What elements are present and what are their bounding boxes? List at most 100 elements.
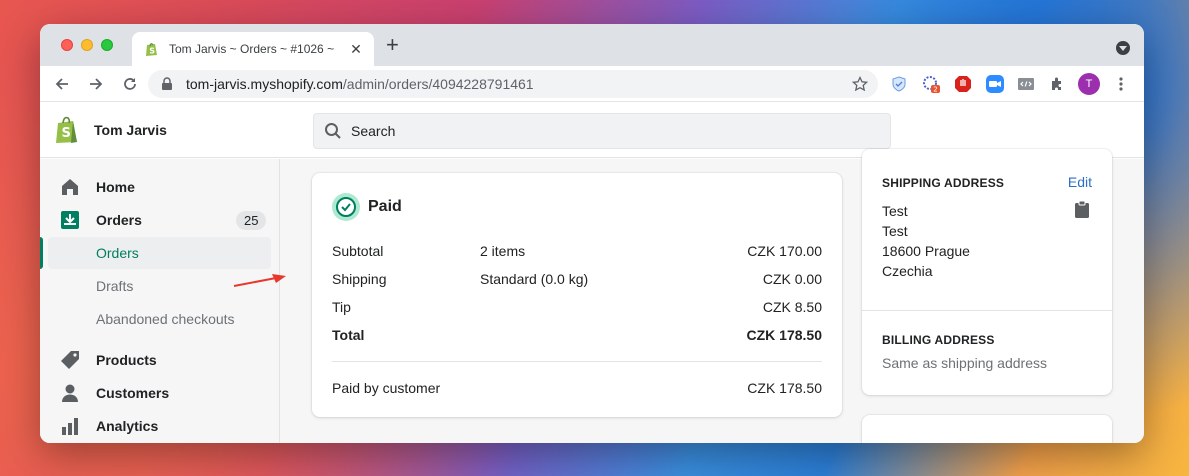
shipping-address-line: 18600 Prague — [882, 243, 970, 259]
tab-strip: S Tom Jarvis ~ Orders ~ #1026 ~ ✕ + — [40, 24, 1144, 66]
browser-menu-icon[interactable] — [1112, 75, 1130, 93]
summary-label: Total — [332, 327, 365, 343]
sidebar-item-label: Home — [96, 179, 135, 195]
url-text: tom-jarvis.myshopify.com/admin/orders/40… — [186, 76, 852, 92]
payment-summary-card: Paid Subtotal 2 items CZK 170.00 Shippin… — [312, 173, 842, 417]
address-bar[interactable]: tom-jarvis.myshopify.com/admin/orders/40… — [148, 70, 878, 98]
summary-amount: CZK 178.50 — [746, 327, 822, 343]
orders-icon — [61, 211, 79, 229]
bookmark-star-icon[interactable] — [852, 76, 868, 92]
edit-shipping-address-link[interactable]: Edit — [1068, 174, 1092, 190]
stop-hand-extension-icon[interactable] — [954, 75, 972, 93]
summary-label: Tip — [332, 299, 351, 315]
new-tab-button[interactable]: + — [386, 34, 399, 56]
shopify-favicon-icon: S — [146, 43, 157, 56]
sidebar-item-customers[interactable]: Customers — [40, 377, 280, 409]
sidebar-item-label: Products — [96, 352, 157, 368]
summary-label: Shipping — [332, 271, 387, 287]
arrow-right-icon — [90, 77, 103, 90]
browser-toolbar: tom-jarvis.myshopify.com/admin/orders/40… — [40, 66, 1144, 102]
sidebar-item-label: Orders — [96, 245, 139, 261]
sidebar-item-label: Customers — [96, 385, 170, 401]
url-path: /admin/orders/4094228791461 — [342, 76, 534, 92]
forward-button[interactable] — [84, 72, 108, 96]
sidebar-item-label: Orders — [96, 212, 142, 228]
sidebar-item-home[interactable]: Home — [40, 171, 280, 203]
extension-badge-count: 2 — [933, 86, 937, 94]
tab-search-icon[interactable] — [1116, 41, 1130, 55]
search-placeholder: Search — [351, 123, 396, 139]
lock-icon — [162, 77, 172, 90]
window-minimize-button[interactable] — [81, 39, 93, 51]
billing-address-title: BILLING ADDRESS — [882, 333, 995, 347]
person-icon — [62, 384, 78, 402]
address-divider — [862, 310, 1112, 311]
summary-row-subtotal: Subtotal 2 items CZK 170.00 — [332, 243, 822, 263]
svg-text:S: S — [62, 126, 71, 141]
admin-content: Home Orders 25 Orders Drafts Abandoned c… — [40, 149, 1144, 443]
sidebar-item-orders[interactable]: Orders 25 — [40, 204, 280, 236]
clipboard-copy-icon[interactable] — [1074, 200, 1090, 218]
browser-tab[interactable]: S Tom Jarvis ~ Orders ~ #1026 ~ ✕ — [132, 32, 374, 66]
sidebar-item-analytics[interactable]: Analytics — [40, 410, 280, 442]
window-close-button[interactable] — [61, 39, 73, 51]
shop-name[interactable]: Tom Jarvis — [94, 122, 167, 138]
payment-status-title: Paid — [368, 198, 402, 215]
annotation-arrow-icon — [233, 274, 286, 287]
summary-row-total: Total CZK 178.50 — [332, 327, 822, 347]
check-circle-icon — [332, 193, 360, 221]
summary-amount: CZK 178.50 — [747, 380, 822, 396]
url-host: tom-jarvis.myshopify.com — [186, 76, 343, 92]
svg-text:S: S — [149, 47, 155, 56]
summary-label: Subtotal — [332, 243, 384, 259]
bar-chart-icon — [62, 418, 78, 435]
summary-row-shipping: Shipping Standard (0.0 kg) CZK 0.00 — [332, 271, 822, 291]
search-input[interactable]: Search — [313, 113, 891, 149]
payment-status-header: Paid — [332, 193, 402, 221]
summary-row-tip: Tip CZK 8.50 — [332, 299, 822, 319]
summary-divider — [332, 361, 822, 362]
summary-label: Paid by customer — [332, 380, 441, 396]
tag-icon — [61, 351, 79, 369]
profile-avatar[interactable]: T — [1078, 73, 1100, 95]
summary-amount: CZK 8.50 — [762, 299, 822, 315]
summary-amount: CZK 0.00 — [762, 271, 822, 287]
browser-window: S Tom Jarvis ~ Orders ~ #1026 ~ ✕ + tom-… — [40, 24, 1144, 443]
billing-address-value: Same as shipping address — [882, 355, 1047, 371]
code-extension-icon[interactable] — [1017, 75, 1035, 93]
shipping-address-line: Czechia — [882, 263, 933, 279]
summary-detail: Standard (0.0 kg) — [480, 271, 589, 287]
arrow-left-icon — [55, 77, 68, 90]
extensions-puzzle-icon[interactable] — [1048, 75, 1066, 93]
shipping-address-title: SHIPPING ADDRESS — [882, 176, 1005, 190]
home-icon — [62, 179, 78, 195]
back-button[interactable] — [50, 72, 74, 96]
shipping-address-line: Test — [882, 203, 908, 219]
orders-count-badge: 25 — [236, 211, 267, 230]
summary-row-paid-by-customer: Paid by customer CZK 178.50 — [332, 380, 822, 400]
search-icon — [325, 123, 341, 139]
sidebar-item-label: Abandoned checkouts — [96, 311, 235, 327]
summary-detail: 2 items — [480, 243, 526, 259]
video-camera-extension-icon[interactable] — [986, 75, 1004, 93]
profile-initial: T — [1078, 73, 1100, 95]
shopify-logo-icon[interactable]: S — [54, 116, 80, 144]
sidebar-item-products[interactable]: Products — [40, 344, 280, 376]
next-card-partial — [862, 415, 1112, 443]
sidebar-nav: Home Orders 25 Orders Drafts Abandoned c… — [40, 159, 280, 443]
address-card: SHIPPING ADDRESS Edit Test Test 18600 Pr… — [862, 149, 1112, 395]
sidebar-item-label: Drafts — [96, 278, 134, 294]
puzzle-star-extension-icon[interactable]: 2 — [922, 75, 940, 93]
reload-icon — [124, 77, 136, 90]
shield-extension-icon[interactable] — [890, 75, 908, 93]
sidebar-item-label: Analytics — [96, 418, 159, 434]
summary-amount: CZK 170.00 — [747, 243, 822, 259]
sidebar-subitem-orders[interactable]: Orders — [48, 237, 271, 269]
tab-title: Tom Jarvis ~ Orders ~ #1026 ~ — [169, 42, 335, 56]
sidebar-subitem-abandoned-checkouts[interactable]: Abandoned checkouts — [40, 303, 280, 335]
shipping-address-line: Test — [882, 223, 908, 239]
reload-button[interactable] — [118, 72, 142, 96]
active-nav-indicator — [40, 237, 43, 269]
tab-close-icon[interactable]: ✕ — [348, 41, 364, 58]
window-zoom-button[interactable] — [101, 39, 113, 51]
